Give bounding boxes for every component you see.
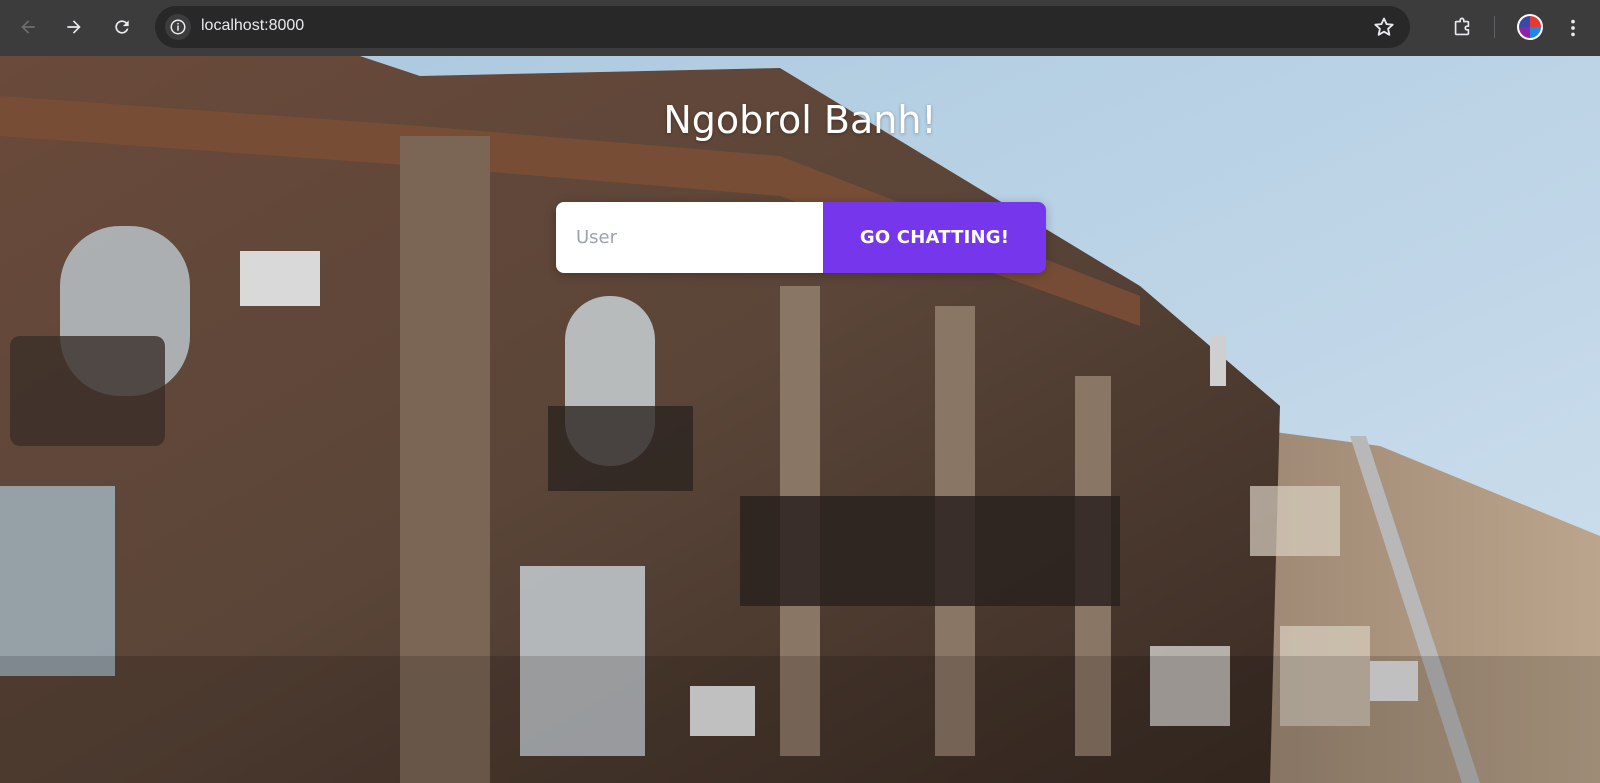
address-bar[interactable]: localhost:8000 (155, 6, 1410, 48)
puzzle-icon (1454, 17, 1470, 36)
toolbar-divider (1494, 16, 1495, 38)
background-photo (0, 56, 1600, 783)
arrow-right-icon (67, 20, 81, 34)
star-icon[interactable] (1372, 15, 1396, 39)
extensions-button[interactable] (1446, 12, 1478, 44)
back-button[interactable] (11, 10, 45, 44)
go-chatting-button[interactable]: GO CHATTING! (823, 202, 1046, 273)
reload-icon (115, 20, 129, 34)
url-text[interactable]: localhost:8000 (201, 17, 304, 35)
join-chat-form: GO CHATTING! (556, 202, 1046, 273)
page-viewport: Ngobrol Banh! GO CHATTING! (0, 56, 1600, 783)
kebab-menu-icon (1571, 19, 1575, 37)
info-icon (170, 19, 186, 35)
reload-button[interactable] (105, 10, 139, 44)
page-title: Ngobrol Banh! (663, 98, 937, 142)
menu-button[interactable] (1557, 12, 1589, 44)
arrow-left-icon (21, 20, 35, 34)
site-info-button[interactable] (165, 14, 191, 40)
user-input[interactable] (556, 202, 823, 273)
avatar[interactable] (1517, 14, 1543, 40)
forward-button[interactable] (57, 10, 91, 44)
browser-toolbar: localhost:8000 (0, 0, 1600, 56)
